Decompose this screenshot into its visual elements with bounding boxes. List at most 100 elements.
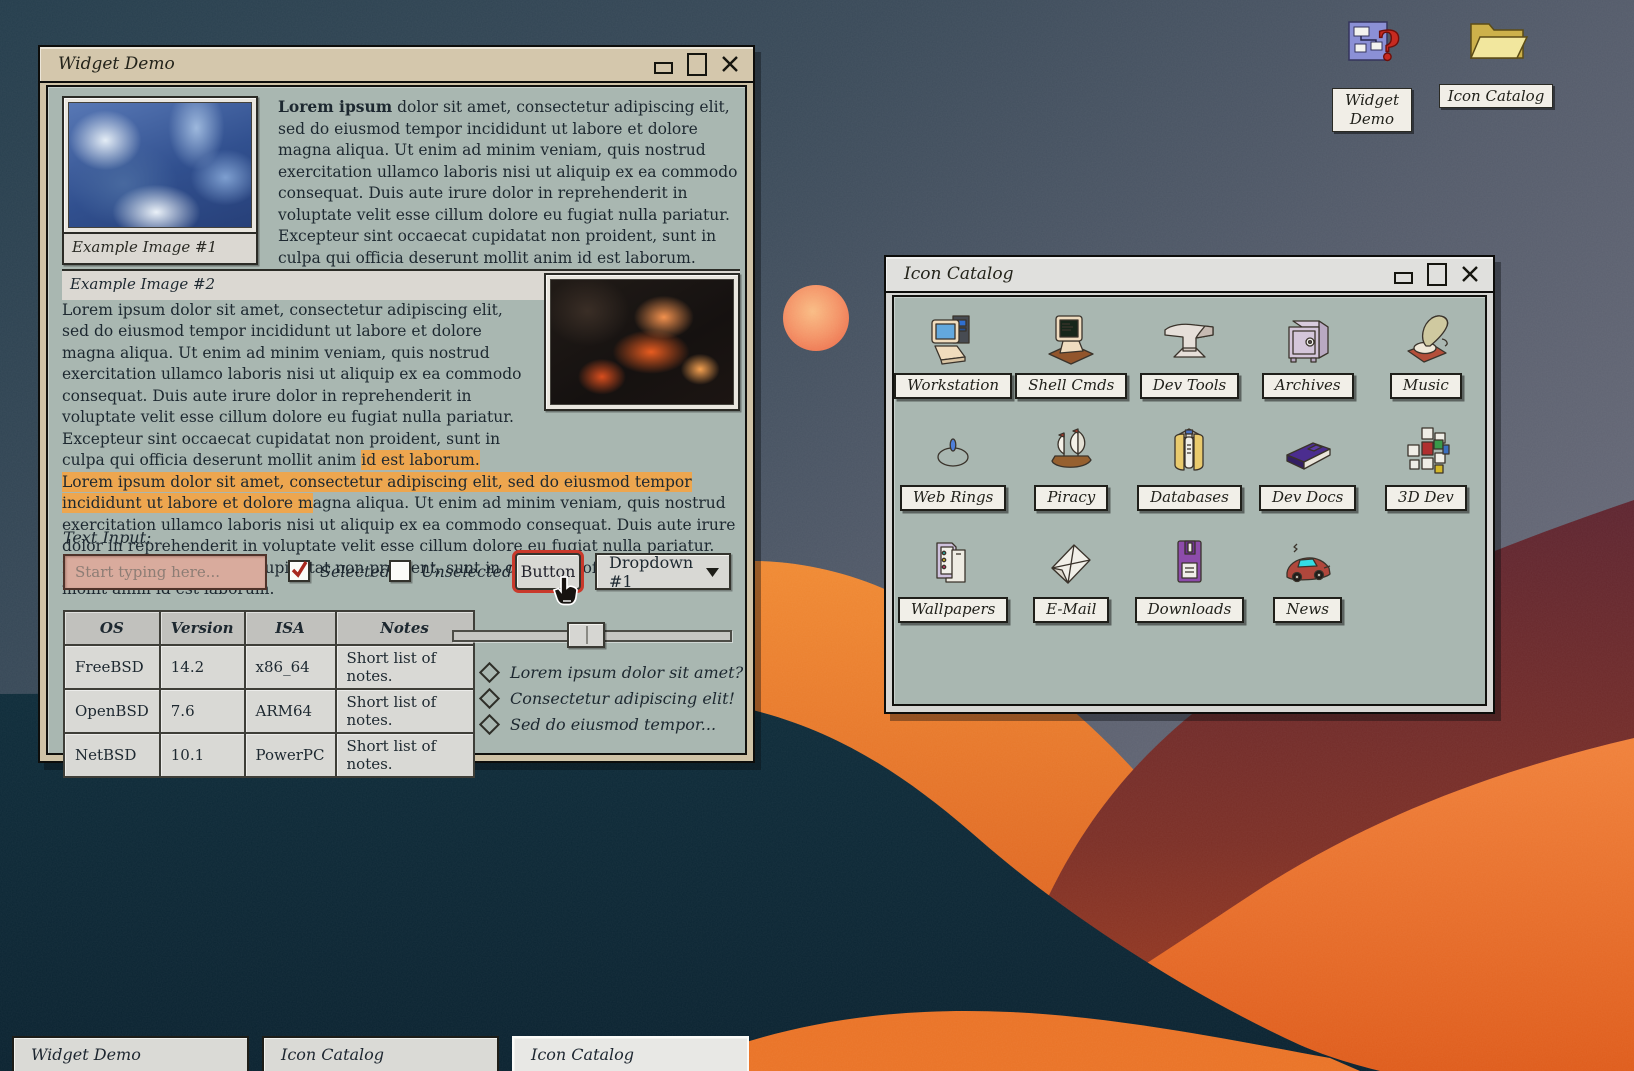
catalog-item-label[interactable]: Archives [1262,373,1354,399]
rings-icon [925,423,981,479]
slider-track[interactable] [452,630,732,642]
catalog-item-label[interactable]: Wallpapers [898,597,1009,623]
catalog-item-label[interactable]: E-Mail [1033,597,1109,623]
checkbox-checked-icon[interactable] [288,560,310,582]
window-title: Icon Catalog [904,264,1014,284]
shell-terminal-icon [1043,311,1099,367]
table-cell: NetBSD [64,733,160,777]
anvil-icon [1161,311,1217,367]
close-icon[interactable] [1461,265,1479,283]
close-icon[interactable] [721,55,739,73]
table-cell: 14.2 [160,645,245,689]
slider-handle[interactable] [567,622,605,648]
table-cell: x86_64 [245,645,336,689]
widget-window-content: Example Image #1 Lorem ipsum dolor sit a… [46,85,747,755]
table-cell: PowerPC [245,733,336,777]
book-icon [1280,423,1336,479]
catalog-item-label[interactable]: Web Rings [900,485,1007,511]
catalog-item-workstation[interactable]: Workstation [898,311,1008,423]
checkbox-label: Unselected [421,562,512,581]
car-icon [1280,535,1336,591]
workstation-icon [925,311,981,367]
checkbox-selected[interactable]: Selected [288,560,390,582]
table-cell: Short list of notes. [336,645,474,689]
os-table: OS Version ISA Notes FreeBSD 14.2 x86_64… [63,610,475,778]
minimize-icon[interactable] [1394,272,1413,284]
catalog-item-music[interactable]: Music [1371,311,1481,423]
figure-2 [544,273,740,411]
example-image-1 [68,102,252,228]
chevron-down-icon [706,562,719,581]
desktop-icon-label[interactable]: Widget Demo [1332,88,1412,132]
catalog-item-archives[interactable]: Archives [1253,311,1363,423]
hand-cursor [552,575,579,611]
safe-icon [1280,311,1336,367]
desktop-icon-widget-demo[interactable]: ? Widget Demo [1322,18,1422,132]
window-title: Widget Demo [58,54,175,74]
example-image-2 [550,279,734,405]
icon-catalog-window: Icon Catalog [884,255,1495,714]
minimize-icon[interactable] [654,62,673,74]
text-input[interactable] [63,554,267,590]
catalog-item-dev-tools[interactable]: Dev Tools [1134,311,1244,423]
catalog-item-wallpapers[interactable]: Wallpapers [898,535,1008,647]
widget-demo-window: Widget Demo Example Image #1 Lorem ipsum… [38,45,755,763]
catalog-window-titlebar[interactable]: Icon Catalog [886,257,1493,293]
catalog-item-label[interactable]: Shell Cmds [1015,373,1127,399]
catalog-item-label[interactable]: Databases [1137,485,1242,511]
table-row[interactable]: FreeBSD 14.2 x86_64 Short list of notes. [64,645,474,689]
desktop-icon-label[interactable]: Icon Catalog [1439,84,1554,108]
catalog-item-3d-dev[interactable]: 3D Dev [1371,423,1481,535]
catalog-item-label[interactable]: 3D Dev [1385,485,1467,511]
list-item: Consectetur adipiscing elit! [480,690,743,707]
figure-1: Example Image #1 [62,96,258,265]
catalog-item-web-rings[interactable]: Web Rings [898,423,1008,535]
catalog-item-label[interactable]: Music [1390,373,1462,399]
catalog-item-shell-cmds[interactable]: Shell Cmds [1016,311,1126,423]
diamond-list: Lorem ipsum dolor sit amet? Consectetur … [480,664,743,742]
widget-demo-icon: ? [1343,18,1401,74]
taskbar-button-icon-catalog-2[interactable]: Icon Catalog [512,1036,749,1071]
floppy-icon [1161,535,1217,591]
list-item: Sed do eiusmod tempor... [480,716,743,733]
catalog-item-label[interactable]: Piracy [1034,485,1108,511]
catalog-item-email[interactable]: E-Mail [1016,535,1126,647]
column-header[interactable]: OS [64,611,160,645]
catalog-item-label[interactable]: Dev Tools [1140,373,1240,399]
maximize-icon[interactable] [687,53,707,76]
diamond-bullet-icon [479,714,500,735]
column-header[interactable]: Version [160,611,245,645]
ship-icon [1043,423,1099,479]
widget-window-titlebar[interactable]: Widget Demo [40,47,753,83]
table-row[interactable]: OpenBSD 7.6 ARM64 Short list of notes. [64,689,474,733]
document-text: Example Image #1 Lorem ipsum dolor sit a… [62,96,740,601]
catalog-item-piracy[interactable]: Piracy [1016,423,1126,535]
taskbar-button-widget-demo[interactable]: Widget Demo [12,1036,249,1071]
text-input-label: Text Input: [63,528,151,547]
catalog-item-downloads[interactable]: Downloads [1134,535,1244,647]
cubes-icon [1398,423,1454,479]
catalog-item-label[interactable]: Workstation [894,373,1012,399]
column-header[interactable]: ISA [245,611,336,645]
wallpapers-folder-icon [925,535,981,591]
table-row[interactable]: NetBSD 10.1 PowerPC Short list of notes. [64,733,474,777]
maximize-icon[interactable] [1427,263,1447,286]
catalog-item-label[interactable]: News [1273,597,1342,623]
dropdown[interactable]: Dropdown #1 [595,553,731,590]
table-cell: Short list of notes. [336,733,474,777]
desktop-icon-icon-catalog[interactable]: Icon Catalog [1446,14,1546,108]
table-cell: 7.6 [160,689,245,733]
table-cell: 10.1 [160,733,245,777]
catalog-item-news[interactable]: News [1253,535,1363,647]
checkbox-unselected[interactable]: Unselected [389,560,512,582]
checkbox-unchecked-icon[interactable] [389,560,411,582]
catalog-item-label[interactable]: Downloads [1135,597,1245,623]
taskbar-button-icon-catalog[interactable]: Icon Catalog [262,1036,499,1071]
catalog-item-dev-docs[interactable]: Dev Docs [1253,423,1363,535]
list-item: Lorem ipsum dolor sit amet? [480,664,743,681]
gramophone-icon [1398,311,1454,367]
database-icon [1161,423,1217,479]
catalog-item-databases[interactable]: Databases [1134,423,1244,535]
catalog-item-label[interactable]: Dev Docs [1259,485,1356,511]
table-cell: Short list of notes. [336,689,474,733]
